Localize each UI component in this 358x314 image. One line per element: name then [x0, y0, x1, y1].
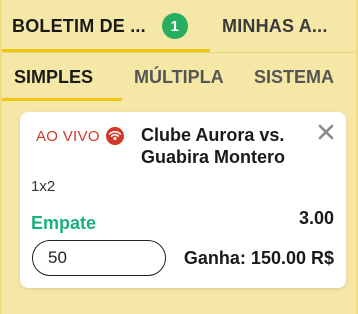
selection-name: Empate	[31, 213, 97, 233]
tab-single[interactable]: SIMPLES	[2, 53, 122, 101]
betslip-count-badge: 1	[161, 13, 188, 39]
stake-input[interactable]	[32, 240, 166, 276]
match-name: Clube Aurora vs. Guabira Montero	[141, 125, 286, 167]
tab-multiple[interactable]: MÚLTIPLA	[134, 53, 224, 101]
tab-betslip[interactable]: BOLETIM DE ... 1	[2, 0, 210, 52]
bet-type-tabs: SIMPLES MÚLTIPLA SISTEMA	[2, 53, 356, 101]
active-subtab-indicator	[2, 98, 122, 101]
market-name: 1x2	[31, 178, 56, 195]
betslip-panel: BOLETIM DE ... 1 MINHAS A... SIMPLES MÚL…	[0, 0, 358, 314]
tab-system[interactable]: SISTEMA	[254, 53, 334, 101]
tab-system-label: SISTEMA	[254, 66, 335, 87]
tab-my-bets[interactable]: MINHAS A...	[222, 0, 352, 52]
bet-card: AO VIVO Clube Aurora vs. Guabira Montero…	[20, 112, 346, 288]
tab-betslip-label: BOLETIM DE ...	[12, 15, 146, 36]
live-indicator: AO VIVO	[36, 127, 124, 145]
tab-my-bets-label: MINHAS A...	[222, 15, 328, 36]
odds-value: 3.00	[298, 208, 334, 228]
tab-single-label: SIMPLES	[14, 66, 94, 87]
tab-multiple-label: MÚLTIPLA	[134, 66, 224, 87]
live-label: AO VIVO	[36, 127, 100, 145]
live-broadcast-icon	[105, 127, 124, 145]
betslip-top-tabs: BOLETIM DE ... 1 MINHAS A...	[2, 0, 356, 52]
potential-gain: Ganha: 150.00 R$	[183, 248, 334, 268]
close-icon[interactable]	[316, 122, 336, 142]
